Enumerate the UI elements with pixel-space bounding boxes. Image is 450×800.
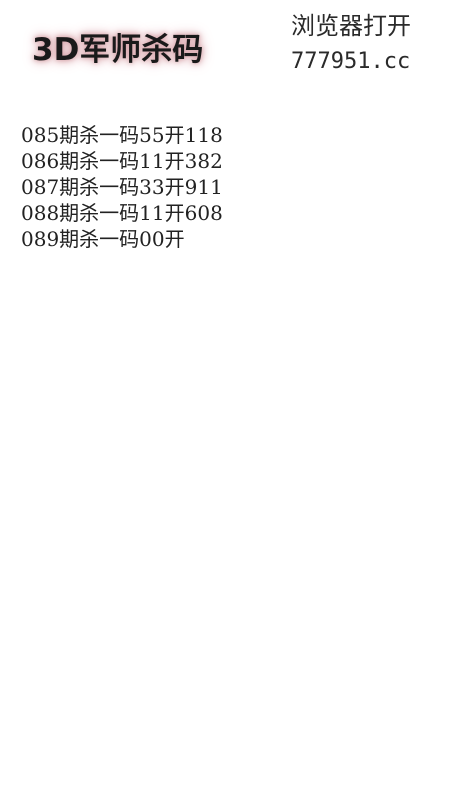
browser-hint: 浏览器打开 777951.cc xyxy=(291,8,411,80)
kill-code-list: 085期杀一码55开118 086期杀一码11开382 087期杀一码33开91… xyxy=(21,122,223,252)
list-item: 087期杀一码33开911 xyxy=(21,175,223,199)
list-item: 086期杀一码11开382 xyxy=(21,149,223,173)
list-item: 089期杀一码00开 xyxy=(21,227,185,251)
list-item: 085期杀一码55开118 xyxy=(21,123,223,147)
list-item: 088期杀一码11开608 xyxy=(21,201,223,225)
site-logo: 3D军师杀码 xyxy=(32,32,204,68)
site-url-link[interactable]: 777951.cc xyxy=(291,44,411,80)
browser-hint-label: 浏览器打开 xyxy=(291,12,411,40)
